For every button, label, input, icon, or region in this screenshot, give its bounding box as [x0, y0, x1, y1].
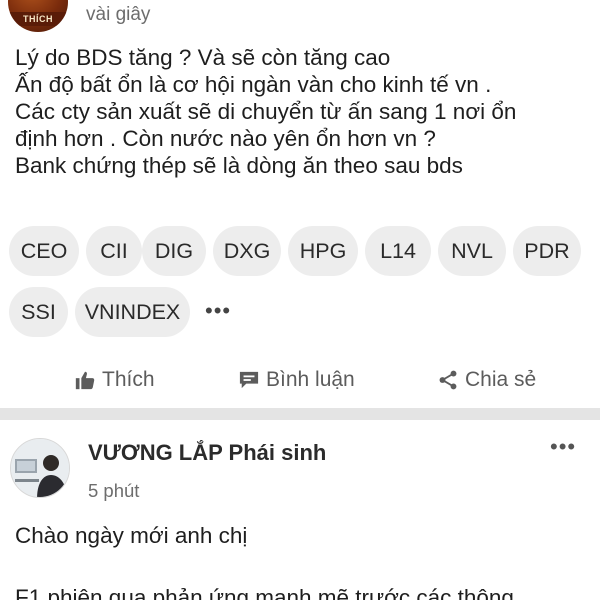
- tag-dxg[interactable]: DXG: [213, 226, 281, 276]
- action-bar: Thích Bình luận Chia sẻ: [0, 355, 600, 405]
- author-photo-icon: [11, 439, 69, 497]
- author-name[interactable]: VƯƠNG LẮP Phái sinh: [88, 440, 326, 466]
- comment-button[interactable]: Bình luận: [238, 355, 355, 405]
- tag-vnindex[interactable]: VNINDEX: [75, 287, 190, 337]
- post-card: VƯƠNG LẮP Phái sinh 5 phút ••• Chào ngày…: [0, 420, 600, 600]
- post-line: Ấn độ bất ổn là cơ hội ngàn vàn cho kinh…: [15, 72, 492, 97]
- tag-cii[interactable]: CII: [86, 226, 142, 276]
- tag-pdr[interactable]: PDR: [513, 226, 581, 276]
- post-line: định hơn . Còn nước nào yên ổn hơn vn ?: [15, 126, 436, 151]
- author-avatar[interactable]: [10, 438, 70, 498]
- tag-nvl[interactable]: NVL: [438, 226, 506, 276]
- comment-label: Bình luận: [266, 368, 355, 391]
- tag-ceo[interactable]: CEO: [9, 226, 79, 276]
- post-content: Lý do BDS tăng ? Và sẽ còn tăng cao Ấn đ…: [15, 44, 590, 179]
- author-avatar[interactable]: THÍCH: [8, 0, 68, 32]
- post-menu-button[interactable]: •••: [550, 434, 576, 460]
- post-line: F1 phiên qua phản ứng mạnh mẽ trước các …: [15, 585, 514, 600]
- post-timestamp: vài giây: [86, 4, 151, 25]
- post-timestamp: 5 phút: [88, 480, 140, 501]
- share-button[interactable]: Chia sẻ: [437, 355, 536, 405]
- more-tags-button[interactable]: •••: [205, 298, 231, 324]
- comment-icon: [239, 371, 259, 389]
- post-line: Chào ngày mới anh chị: [15, 523, 248, 548]
- post-line: Lý do BDS tăng ? Và sẽ còn tăng cao: [15, 45, 391, 70]
- like-label: Thích: [102, 368, 155, 391]
- share-label: Chia sẻ: [465, 368, 537, 391]
- like-button[interactable]: Thích: [74, 355, 155, 405]
- tag-ssi[interactable]: SSI: [9, 287, 68, 337]
- tag-hpg[interactable]: HPG: [288, 226, 358, 276]
- share-icon: [439, 370, 457, 390]
- tag-l14[interactable]: L14: [365, 226, 431, 276]
- thumbs-up-icon: [75, 371, 95, 390]
- post-divider: [0, 408, 600, 420]
- tag-dig[interactable]: DIG: [142, 226, 206, 276]
- avatar-ribbon-text: THÍCH: [8, 12, 68, 26]
- post-line: Các cty sản xuất sẽ di chuyển từ ấn sang…: [15, 99, 517, 124]
- post-line: Bank chứng thép sẽ là dòng ăn theo sau b…: [15, 153, 463, 178]
- post-card: THÍCH vài giây Lý do BDS tăng ? Và sẽ cò…: [0, 0, 600, 408]
